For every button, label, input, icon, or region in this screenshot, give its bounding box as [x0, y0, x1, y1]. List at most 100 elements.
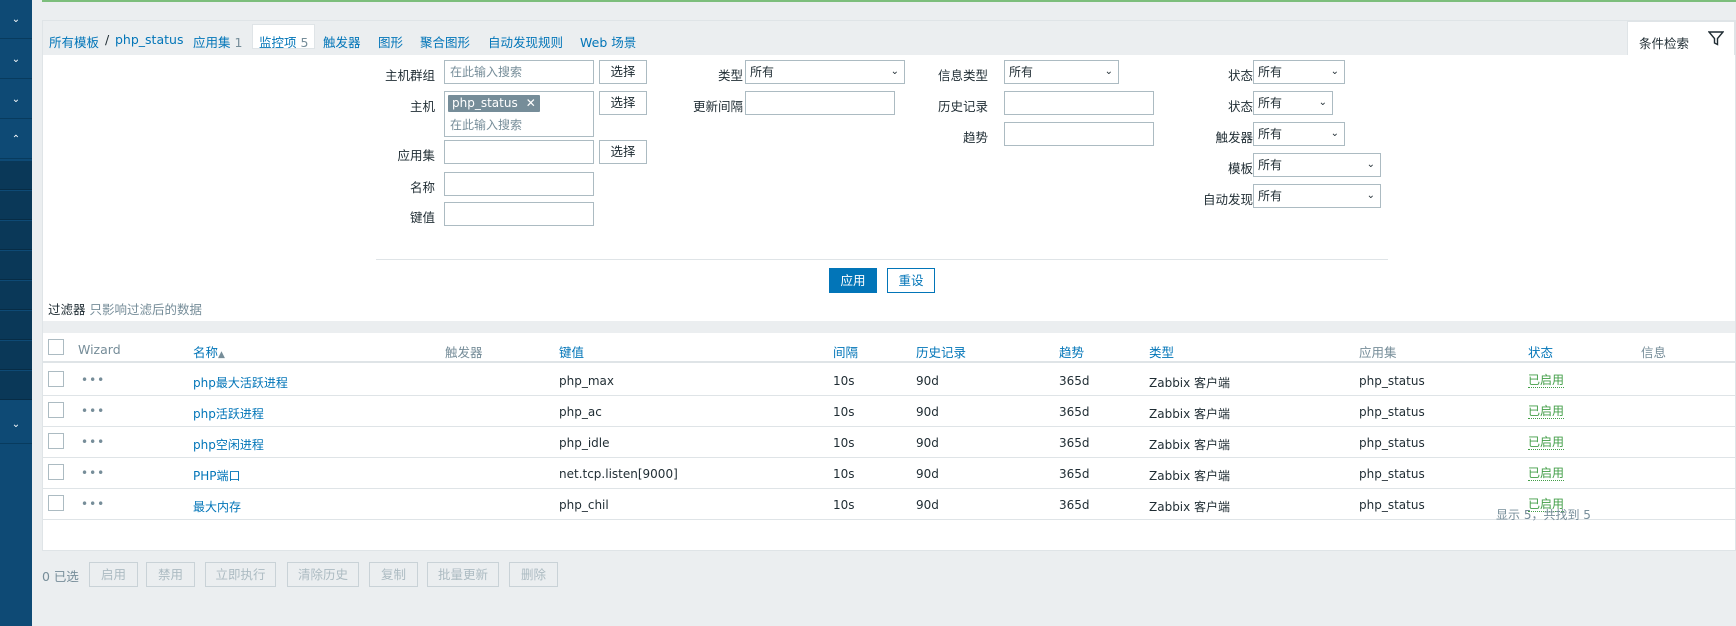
delete-button[interactable]: 删除 [509, 562, 558, 587]
host-select-button[interactable]: 选择 [599, 91, 647, 115]
sidebar-submenu-item[interactable] [0, 281, 32, 310]
row-checkbox[interactable] [48, 371, 64, 387]
item-appset: php_status [1359, 498, 1425, 512]
col-interval[interactable]: 间隔 [833, 342, 858, 361]
sidebar-submenu-item[interactable] [0, 311, 32, 340]
top-accent-line [42, 0, 1736, 2]
host-search-placeholder[interactable]: 在此输入搜索 [450, 116, 522, 133]
col-name[interactable]: 名称▲ [193, 342, 225, 361]
crumb-all-templates[interactable]: 所有模板 [49, 32, 99, 51]
history-label: 历史记录 [937, 99, 988, 114]
filter-tab[interactable]: 条件检索 [1627, 21, 1735, 55]
tab-discovery-rules[interactable]: 自动发现规则 [488, 32, 563, 51]
more-icon[interactable]: ••• [81, 404, 105, 418]
appset-label: 应用集 [397, 148, 435, 163]
row-checkbox[interactable] [48, 495, 64, 511]
item-name-link[interactable]: php最大活跃进程 [193, 374, 288, 391]
disable-button[interactable]: 禁用 [146, 562, 195, 587]
appset-select-button[interactable]: 选择 [599, 140, 647, 164]
apply-button[interactable]: 应用 [829, 268, 877, 293]
state-select[interactable]: 所有 ⌄ [1253, 60, 1345, 84]
info-type-select[interactable]: 所有 ⌄ [1004, 60, 1119, 84]
tab-screens[interactable]: 聚合图形 [420, 32, 470, 51]
item-name-link[interactable]: PHP端口 [193, 467, 241, 484]
host-group-search-input[interactable] [444, 60, 594, 84]
tab-web-scenarios[interactable]: Web 场景 [580, 32, 636, 51]
copy-button[interactable]: 复制 [369, 562, 418, 587]
history-input[interactable] [1004, 91, 1154, 115]
tab-items[interactable]: 监控项 5 [252, 24, 316, 50]
sidebar-submenu-item[interactable] [0, 191, 32, 220]
host-group-select-button[interactable]: 选择 [599, 60, 647, 84]
appset-input[interactable] [444, 140, 594, 164]
remove-chip-icon[interactable]: ✕ [526, 96, 536, 110]
item-name-link[interactable]: php活跃进程 [193, 405, 264, 422]
item-status-toggle[interactable]: 已启用 [1528, 436, 1565, 450]
item-key: php_chil [559, 498, 609, 512]
type-select[interactable]: 所有 ⌄ [745, 60, 905, 84]
chevron-down-icon[interactable]: ⌄ [0, 0, 32, 39]
tab-graphs[interactable]: 图形 [378, 32, 403, 51]
col-status[interactable]: 状态 [1528, 342, 1553, 361]
chevron-down-icon: ⌄ [1104, 66, 1113, 77]
select-all-checkbox[interactable] [48, 339, 64, 355]
item-name-link[interactable]: 最大内存 [193, 498, 241, 515]
reset-button[interactable]: 重设 [887, 268, 935, 293]
key-input[interactable] [444, 202, 594, 226]
name-label: 名称 [409, 180, 435, 195]
item-history: 90d [916, 374, 939, 388]
sidebar-submenu-item[interactable] [0, 341, 32, 370]
chevron-down-icon[interactable]: ⌄ [0, 80, 32, 119]
mass-update-button[interactable]: 批量更新 [427, 562, 499, 587]
tab-triggers[interactable]: 触发器 [323, 32, 361, 51]
col-type[interactable]: 类型 [1149, 342, 1174, 361]
status-select[interactable]: 所有 ⌄ [1253, 91, 1333, 115]
col-key[interactable]: 键值 [559, 342, 584, 361]
item-appset: php_status [1359, 405, 1425, 419]
sidebar-submenu-item[interactable] [0, 221, 32, 250]
item-name-link[interactable]: php空闲进程 [193, 436, 264, 453]
item-trends: 365d [1059, 374, 1090, 388]
item-interval: 10s [833, 405, 855, 419]
item-interval: 10s [833, 467, 855, 481]
sidebar-submenu-item[interactable] [0, 161, 32, 190]
discovery-select[interactable]: 所有 ⌄ [1253, 184, 1381, 208]
row-checkbox[interactable] [48, 464, 64, 480]
sidebar-submenu-item[interactable] [0, 371, 32, 400]
crumb-template[interactable]: php_status [115, 32, 183, 47]
table-header: Wizard 名称▲ 触发器 键值 间隔 历史记录 趋势 类型 应用集 状态 信… [43, 333, 1735, 363]
col-wizard: Wizard [78, 342, 121, 357]
execute-now-button[interactable]: 立即执行 [205, 562, 276, 587]
item-type: Zabbix 客户端 [1149, 407, 1231, 421]
chevron-down-icon[interactable]: ⌄ [0, 40, 32, 79]
row-checkbox[interactable] [48, 433, 64, 449]
interval-input[interactable] [745, 91, 895, 115]
row-checkbox[interactable] [48, 402, 64, 418]
item-status-toggle[interactable]: 已启用 [1528, 374, 1565, 388]
host-multiselect[interactable]: php_status ✕ 在此输入搜索 [444, 91, 594, 137]
template-select[interactable]: 所有 ⌄ [1253, 153, 1381, 177]
more-icon[interactable]: ••• [81, 435, 105, 449]
template-label: 模板 [1227, 161, 1253, 176]
item-history: 90d [916, 436, 939, 450]
triggers-select[interactable]: 所有 ⌄ [1253, 122, 1345, 146]
name-input[interactable] [444, 172, 594, 196]
chevron-down-icon[interactable]: ⌄ [0, 405, 32, 444]
more-icon[interactable]: ••• [81, 373, 105, 387]
chevron-up-icon[interactable]: ⌃ [0, 120, 32, 159]
enable-button[interactable]: 启用 [89, 562, 138, 587]
item-status-toggle[interactable]: 已启用 [1528, 405, 1565, 419]
more-icon[interactable]: ••• [81, 497, 105, 511]
clear-history-button[interactable]: 清除历史 [287, 562, 359, 587]
col-history[interactable]: 历史记录 [916, 342, 966, 361]
sidebar-submenu-item[interactable] [0, 251, 32, 280]
host-group-label: 主机群组 [384, 68, 435, 83]
col-trends[interactable]: 趋势 [1059, 342, 1084, 361]
more-icon[interactable]: ••• [81, 466, 105, 480]
item-status-toggle[interactable]: 已启用 [1528, 467, 1565, 481]
tab-applications[interactable]: 应用集 1 [193, 32, 242, 51]
chevron-down-icon: ⌄ [1366, 190, 1375, 201]
triggers-label: 触发器 [1215, 130, 1253, 145]
trends-input[interactable] [1004, 122, 1154, 146]
col-appset: 应用集 [1359, 345, 1397, 360]
